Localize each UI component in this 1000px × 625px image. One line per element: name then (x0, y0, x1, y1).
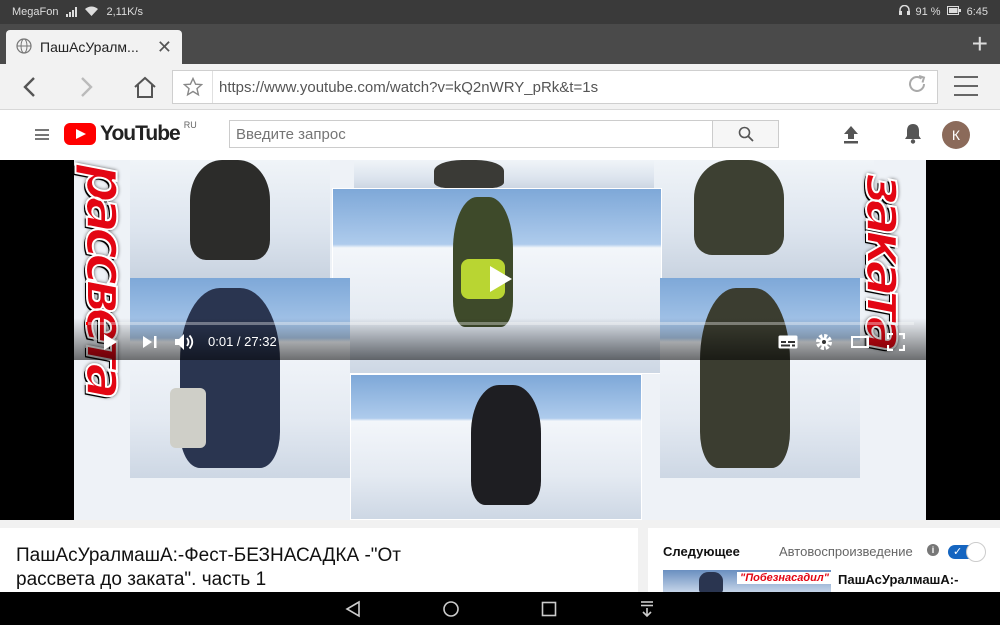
autoplay-toggle[interactable]: ✓ (948, 542, 986, 562)
battery-icon (946, 6, 961, 18)
search-icon (738, 126, 754, 142)
info-icon[interactable]: i (927, 544, 939, 556)
next-video-title[interactable]: ПашАсУралмашА:- (838, 572, 958, 587)
collage-panel (660, 278, 860, 478)
wifi-icon (85, 6, 99, 19)
system-back-icon[interactable] (344, 600, 362, 618)
play-icon (104, 334, 117, 350)
home-button[interactable] (130, 72, 160, 102)
chevron-left-icon (23, 77, 35, 97)
video-info-card: ПашАсУралмашА:-Фест-БЕЗНАСАДКА -"От расс… (0, 528, 638, 592)
progress-bar[interactable] (86, 322, 914, 325)
collage-panel (654, 160, 874, 278)
gear-icon (816, 334, 832, 350)
tab-youtube[interactable]: ПашАсУралм... ✕ (6, 30, 182, 64)
home-icon (134, 76, 156, 98)
skip-next-icon (143, 336, 157, 348)
headset-icon (898, 4, 910, 19)
fullscreen-icon (887, 333, 905, 351)
youtube-header: YouTube RU К (0, 110, 1000, 160)
up-next-card: Следующее Автовоспроизведение i ✓ "Побез… (648, 528, 1000, 592)
avatar[interactable]: К (942, 121, 970, 149)
url-text: https://www.youtube.com/watch?v=kQ2nWRY_… (219, 78, 599, 96)
youtube-logo[interactable]: YouTube RU (64, 120, 197, 146)
toggle-knob (966, 542, 986, 562)
browser-menu-icon[interactable] (954, 76, 978, 96)
region-code: RU (183, 120, 197, 130)
close-icon[interactable]: ✕ (157, 37, 172, 58)
youtube-play-logo-icon (64, 123, 96, 145)
volume-button[interactable] (174, 332, 196, 352)
subtitles-icon (778, 335, 798, 349)
chevron-right-icon (81, 77, 93, 97)
upload-icon[interactable] (842, 124, 860, 144)
player-controls: 0:01 / 27:32 (74, 318, 926, 360)
reload-icon[interactable] (897, 73, 937, 101)
search-button[interactable] (713, 120, 779, 148)
system-home-icon[interactable] (442, 600, 460, 618)
time-display: 0:01 / 27:32 (208, 334, 277, 349)
video-title: ПашАсУралмашА:-Фест-БЕЗНАСАДКА -"От расс… (16, 545, 401, 590)
thumbnail-caption: "Побезнасадил" (737, 572, 831, 584)
theater-icon (851, 336, 869, 348)
bell-icon[interactable] (903, 122, 923, 144)
subtitles-button[interactable] (778, 332, 798, 352)
clock: 6:45 (966, 6, 988, 18)
volume-icon (175, 334, 194, 350)
address-field[interactable]: https://www.youtube.com/watch?v=kQ2nWRY_… (172, 70, 938, 104)
carrier-label: MegaFon (12, 6, 59, 18)
next-video-thumbnail[interactable]: "Побезнасадил" (663, 570, 831, 592)
next-button[interactable] (140, 332, 160, 352)
check-icon: ✓ (953, 546, 963, 558)
notification-pulldown-icon[interactable] (638, 600, 656, 618)
new-tab-button[interactable]: + (972, 30, 988, 58)
collage-panel (130, 278, 350, 478)
system-recents-icon[interactable] (540, 600, 558, 618)
collage-panel (350, 374, 642, 520)
play-button[interactable] (100, 332, 120, 352)
network-speed: 2,11K/s (106, 6, 143, 18)
address-toolbar: https://www.youtube.com/watch?v=kQ2nWRY_… (0, 64, 1000, 110)
collage-panel (354, 160, 654, 190)
tab-title: ПашАсУралм... (40, 39, 139, 55)
youtube-wordmark: YouTube (100, 122, 181, 145)
search-input[interactable] (229, 120, 713, 148)
collage-panel (130, 160, 330, 278)
signal-icon (66, 7, 78, 17)
watch-info-area: ПашАсУралмашА:-Фест-БЕЗНАСАДКА -"От расс… (0, 520, 1000, 592)
star-icon[interactable] (173, 71, 213, 103)
play-overlay-icon[interactable] (486, 264, 514, 294)
up-next-label: Следующее (663, 544, 740, 559)
fullscreen-button[interactable] (886, 332, 906, 352)
forward-button[interactable] (72, 72, 102, 102)
globe-icon (16, 37, 32, 57)
guide-menu-icon[interactable] (35, 129, 49, 140)
tab-strip: ПашАсУралм... ✕ + (0, 24, 1000, 64)
autoplay-label: Автовоспроизведение (779, 544, 913, 559)
status-bar: MegaFon 2,11K/s 91 % 6:45 (0, 0, 1000, 24)
progress-fill (86, 322, 88, 325)
system-nav-bar (0, 592, 1000, 625)
back-button[interactable] (14, 72, 44, 102)
theater-mode-button[interactable] (850, 332, 870, 352)
battery-percent: 91 % (915, 6, 941, 18)
settings-button[interactable] (814, 332, 834, 352)
